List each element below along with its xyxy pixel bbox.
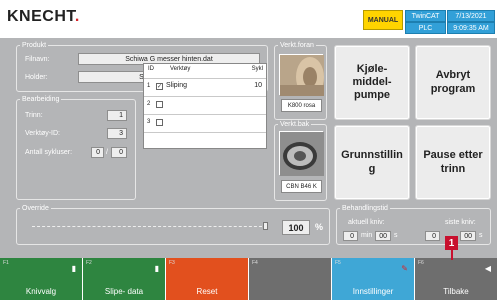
fkey-label: Reset <box>196 287 218 296</box>
produkt-legend: Produkt <box>22 42 47 49</box>
fkey-label: Tilbake <box>443 287 469 296</box>
holder-label: Holder: <box>25 74 48 81</box>
document-icon: ▮ <box>71 264 76 273</box>
knecht-logo: KNECHT. <box>7 8 80 25</box>
mode-badge: MANUAL <box>363 10 403 30</box>
fkey-label: Slipe- data <box>104 287 144 296</box>
behandlingstid-legend: Behandlingstid <box>342 205 388 212</box>
override-unit: % <box>315 222 324 232</box>
twincat-label: TwinCAT <box>405 10 446 22</box>
column-header-id: ID <box>148 66 154 72</box>
override-legend: Override <box>22 205 49 212</box>
grunnstilling-button[interactable]: Grunnstillin g <box>334 125 410 200</box>
trinn-label: Trinn: <box>25 112 43 119</box>
table-row[interactable]: 2 <box>144 96 266 112</box>
marker-pointer <box>451 248 453 260</box>
override-slider-track[interactable] <box>32 226 267 227</box>
verkt-bak-legend: Verkt.bak <box>280 121 310 128</box>
plc-label: PLC <box>405 22 446 34</box>
row-checkbox[interactable]: ✓ <box>156 83 163 90</box>
fkey-number: F4 <box>252 260 258 266</box>
f4-empty-button[interactable]: F4 <box>249 258 332 300</box>
table-row-empty <box>144 132 266 148</box>
row-id: 1 <box>147 83 151 89</box>
sykluser-label: Antall sykluser: <box>25 149 73 156</box>
sykluser-current-field: 0 <box>91 147 104 158</box>
verktoy-id-field: 3 <box>107 128 127 139</box>
row-cycles: 10 <box>254 82 262 89</box>
function-key-bar: F1 ▮ Knivvalg F2 ▮ Slipe- data F3 Reset … <box>0 258 497 300</box>
hmi-screen: KNECHT. MANUAL TwinCAT PLC 7/13/2021 9:0… <box>0 0 497 300</box>
column-header-verktoy: Verktøy <box>170 66 191 72</box>
table-row[interactable]: 3 <box>144 114 266 130</box>
trinn-field: 1 <box>107 110 127 121</box>
date-display: 7/13/2021 <box>447 10 495 22</box>
f5-innstillinger-button[interactable]: F5 ✎ Innstillinger <box>332 258 415 300</box>
fkey-number: F1 <box>3 260 9 266</box>
back-arrow-icon: ◀ <box>484 264 491 273</box>
time-display: 9:09:35 AM <box>447 22 495 34</box>
tool-table: ID Verktøy Sykl 1 ✓ Sliping 10 2 3 <box>143 63 267 149</box>
kjolemiddel-pump-button[interactable]: Kjøle- middel- pumpe <box>334 45 410 120</box>
row-tool-name: Sliping <box>166 82 188 89</box>
aktuell-kniv-label: aktuell kniv: <box>348 219 385 226</box>
column-header-sykl: Sykl <box>251 66 263 72</box>
verkt-bak-caption: CBN B46 K <box>281 180 322 193</box>
aktuell-min-field: 0 <box>343 231 358 241</box>
verktoy-id-label: Verktøy-ID: <box>25 130 61 137</box>
row-checkbox[interactable] <box>156 119 163 126</box>
fkey-number: F5 <box>335 260 341 266</box>
sykluser-total-field: 0 <box>111 147 127 158</box>
grinding-wheel-back-image <box>279 131 324 176</box>
row-id: 3 <box>147 119 151 125</box>
override-value-field[interactable]: 100 <box>282 220 310 235</box>
grinding-wheel-front-image <box>279 54 324 97</box>
f3-reset-button[interactable]: F3 Reset <box>166 258 249 300</box>
verkt-foran-caption: K800 rosa <box>281 99 322 112</box>
bearbeiding-legend: Bearbeiding <box>22 96 60 103</box>
document-icon: ▮ <box>154 264 159 273</box>
wrench-icon: ✎ <box>401 264 408 273</box>
siste-sec-unit: s <box>479 232 483 239</box>
f6-tilbake-button[interactable]: F6 ◀ Tilbake <box>415 258 497 300</box>
table-row[interactable]: 1 ✓ Sliping 10 <box>144 78 266 94</box>
fkey-label: Knivvalg <box>25 287 57 296</box>
fkey-number: F3 <box>169 260 175 266</box>
aktuell-sec-unit: s <box>394 232 398 239</box>
fkey-number: F6 <box>418 260 424 266</box>
pause-etter-trinn-button[interactable]: Pause etter trinn <box>415 125 491 200</box>
f2-slipedata-button[interactable]: F2 ▮ Slipe- data <box>83 258 166 300</box>
row-id: 2 <box>147 101 151 107</box>
avbryt-program-button[interactable]: Avbryt program <box>415 45 491 120</box>
siste-sec-field: 00 <box>460 231 476 241</box>
fkey-number: F2 <box>86 260 92 266</box>
header-bar: KNECHT. MANUAL TwinCAT PLC 7/13/2021 9:0… <box>0 0 497 38</box>
filnavn-label: Filnavn: <box>25 56 50 63</box>
verkt-foran-legend: Verkt.foran <box>280 42 314 49</box>
f1-knivvalg-button[interactable]: F1 ▮ Knivvalg <box>0 258 83 300</box>
aktuell-sec-field: 00 <box>375 231 391 241</box>
sykluser-separator: / <box>106 149 108 156</box>
row-checkbox[interactable] <box>156 101 163 108</box>
aktuell-min-unit: min <box>361 232 373 239</box>
override-slider-thumb[interactable] <box>263 222 268 230</box>
siste-min-field: 0 <box>425 231 440 241</box>
siste-kniv-label: siste kniv: <box>445 219 476 226</box>
fkey-label: Innstillinger <box>352 287 394 296</box>
